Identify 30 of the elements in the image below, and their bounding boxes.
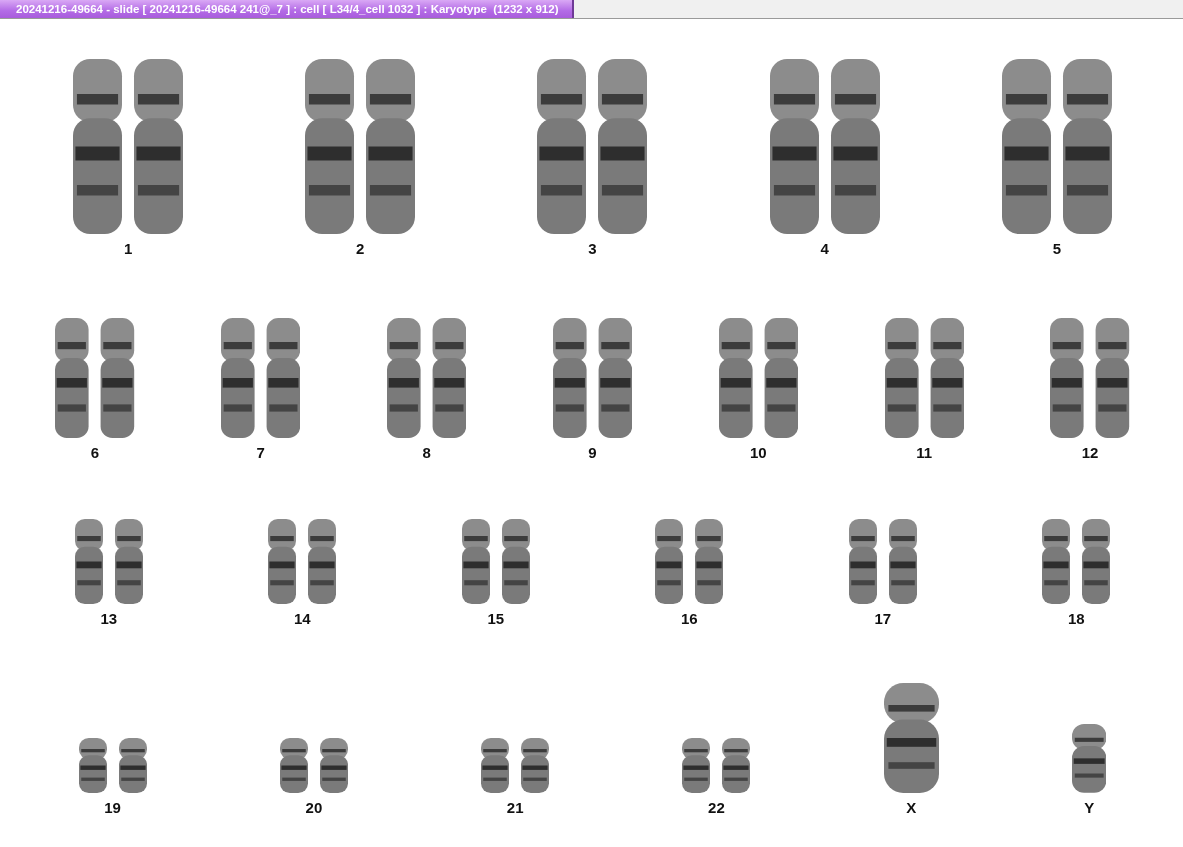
chromosome-pair-drawing (78, 738, 147, 793)
chromosome-label: 11 (916, 444, 933, 461)
chromosome-label: 12 (1081, 444, 1099, 461)
chromosome-label: 7 (256, 444, 265, 461)
chromosome-label: 9 (588, 444, 597, 461)
chromosome-pair-drawing (682, 738, 751, 793)
chromosome-label: 6 (90, 444, 100, 461)
chromosome-pair-drawing (481, 738, 550, 793)
chromosome-label: 2 (356, 240, 365, 257)
chromosome-label: 22 (708, 799, 725, 816)
chromosome-pair-drawing (279, 738, 348, 793)
chromosome-label: 10 (749, 444, 767, 461)
chromosome-label: 4 (820, 240, 829, 257)
chromosome-label: X (906, 799, 917, 816)
chromosome-label: 19 (104, 799, 121, 816)
chromosome-drawing (1071, 724, 1107, 793)
chromosome-label: 1 (123, 240, 133, 257)
chromosome-label: Y (1084, 799, 1095, 816)
chromosome-label: 5 (1052, 240, 1061, 257)
chromosome-label: 18 (1067, 610, 1085, 627)
chromosome-label: 21 (506, 799, 524, 816)
chromosome-label: 13 (100, 610, 118, 627)
chromosome-label: 20 (305, 799, 323, 816)
chromosome-label: 16 (680, 610, 698, 627)
chromosome-label: 8 (422, 444, 431, 461)
chromosome-label: 15 (487, 610, 505, 627)
window-title[interactable]: 20241216-49664 - slide [ 20241216-49664 241@_7 ] : cell [ L34/4_cell 1032 ] : Karyotype (1232 x 912) (0, 0, 575, 18)
chromosome-label: 14 (293, 610, 311, 627)
chromosome-label: 3 (588, 240, 597, 257)
chromosome-label: 17 (874, 610, 892, 627)
